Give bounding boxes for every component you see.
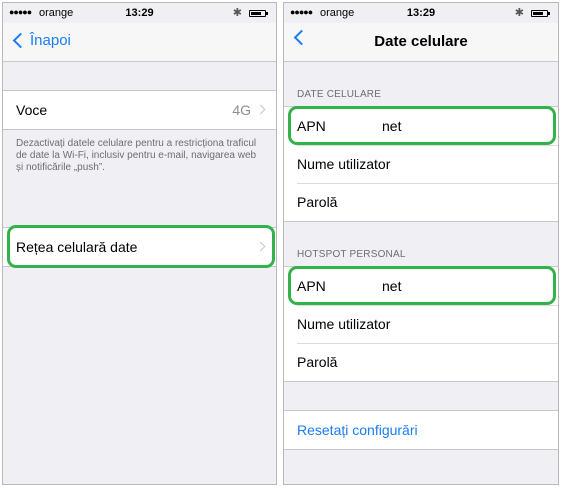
username-label: Nume utilizator <box>297 316 391 332</box>
left-screen: ●●●●● orange 13:29 ✱ Înapoi Voce 4G Deza… <box>2 2 277 485</box>
reset-settings-button[interactable]: Resetați configurări <box>284 411 558 449</box>
chevron-left-icon <box>12 32 29 49</box>
section-header-date-celulare: DATE CELULARE <box>297 89 382 100</box>
voce-label: Voce <box>16 102 48 118</box>
back-button[interactable]: Înapoi <box>11 32 71 49</box>
reset-label: Resetați configurări <box>297 422 418 438</box>
password-row[interactable]: Parolă <box>284 183 558 221</box>
nav-bar: Date celulare <box>284 23 558 62</box>
voce-group: Voce 4G <box>3 90 276 130</box>
voce-row[interactable]: Voce 4G <box>3 91 276 129</box>
battery-icon <box>531 10 550 17</box>
bluetooth-icon: ✱ <box>232 7 242 19</box>
username-label: Nume utilizator <box>297 156 391 172</box>
reset-group: Resetați configurări <box>284 410 558 450</box>
section-header-hotspot: HOTSPOT PERSONAL <box>297 249 406 260</box>
status-bar: ●●●●● orange 13:29 ✱ <box>3 3 276 23</box>
back-label: Înapoi <box>30 32 71 49</box>
nav-bar: Înapoi <box>3 23 276 62</box>
username-row[interactable]: Nume utilizator <box>284 145 558 183</box>
page-title: Date celulare <box>374 33 468 50</box>
password-row[interactable]: Parolă <box>284 343 558 381</box>
highlight-frame <box>7 225 275 268</box>
bluetooth-icon: ✱ <box>514 7 524 19</box>
right-screen: ●●●●● orange 13:29 ✱ Date celulare DATE … <box>283 2 559 485</box>
chevron-right-icon <box>255 104 266 115</box>
username-row[interactable]: Nume utilizator <box>284 305 558 343</box>
cellular-data-note: Dezactivați datele celulare pentru a res… <box>16 138 257 173</box>
voce-value: 4G <box>232 102 251 118</box>
highlight-frame <box>288 106 556 145</box>
password-label: Parolă <box>297 194 338 210</box>
status-bar: ●●●●● orange 13:29 ✱ <box>284 3 558 23</box>
battery-icon <box>249 10 268 17</box>
password-label: Parolă <box>297 354 338 370</box>
highlight-frame <box>288 266 556 305</box>
